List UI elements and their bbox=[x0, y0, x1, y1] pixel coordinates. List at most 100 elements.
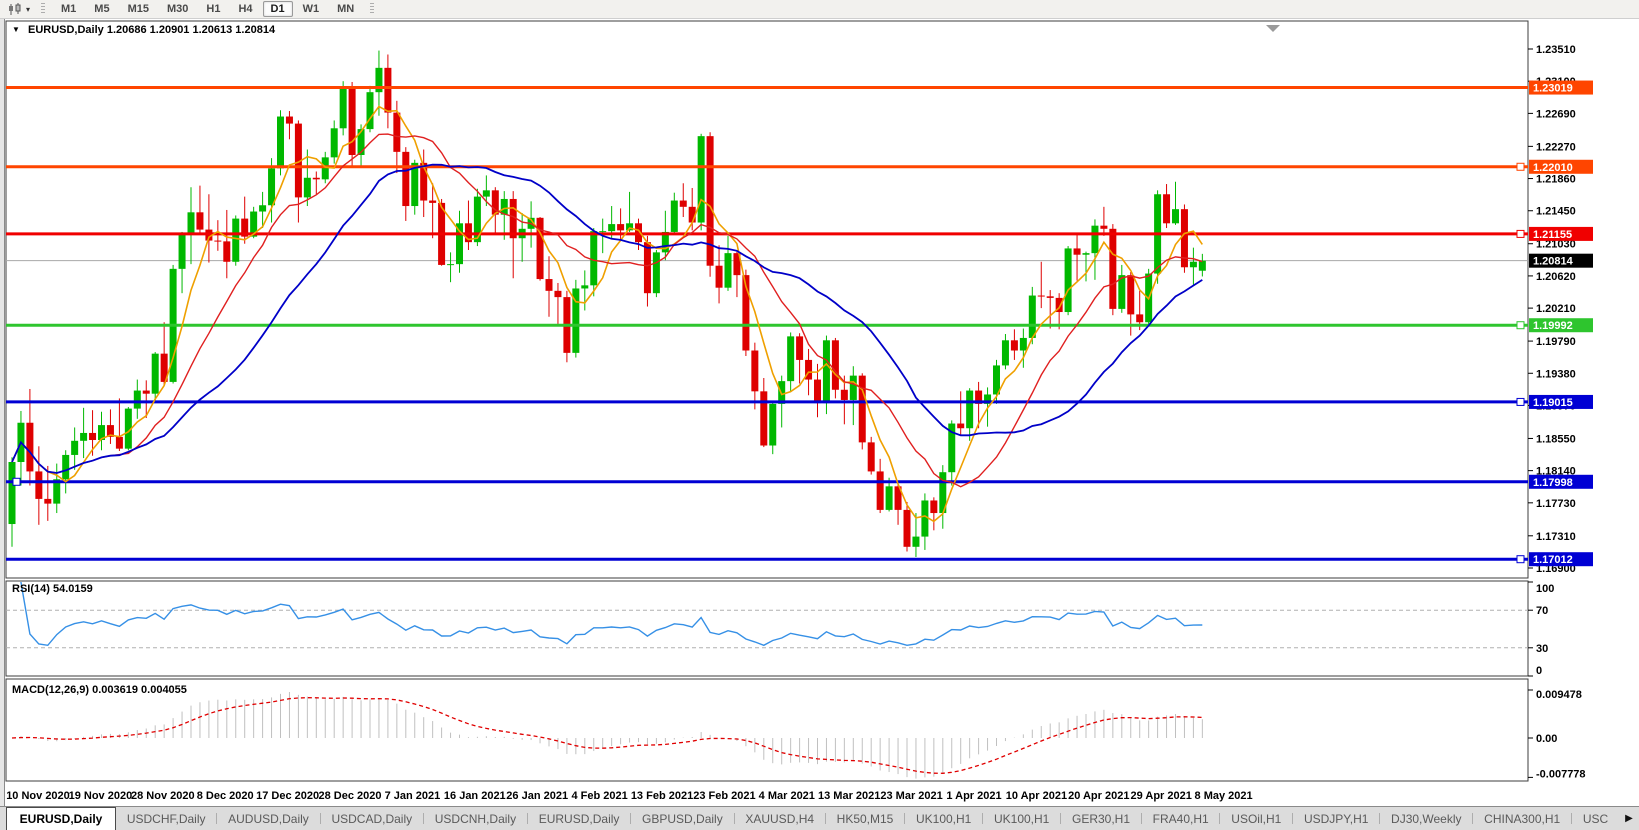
chart-tab-ger30-h1[interactable]: GER30,H1 bbox=[1061, 807, 1141, 830]
timeframe-button-MN[interactable]: MN bbox=[329, 1, 362, 17]
svg-text:0.00: 0.00 bbox=[1536, 733, 1557, 745]
toolbar-separator bbox=[370, 3, 374, 15]
chart-tab-usdchf-daily[interactable]: USDCHF,Daily bbox=[116, 807, 216, 830]
hline-handle[interactable] bbox=[1517, 322, 1524, 329]
hline-price-label: 1.22010 bbox=[1529, 160, 1593, 174]
svg-text:1.20210: 1.20210 bbox=[1536, 303, 1576, 315]
svg-text:4 Mar 2021: 4 Mar 2021 bbox=[759, 790, 815, 802]
chart-area[interactable]: 1.235101.231001.226901.222701.218601.214… bbox=[0, 0, 1639, 806]
chart-tab-gbpusd-daily[interactable]: GBPUSD,Daily bbox=[631, 807, 733, 830]
svg-text:19 Nov 2020: 19 Nov 2020 bbox=[69, 790, 133, 802]
chart-tab-eurusd-daily[interactable]: EURUSD,Daily bbox=[6, 807, 116, 830]
timeframe-button-W1[interactable]: W1 bbox=[295, 1, 328, 17]
svg-text:17 Dec 2020: 17 Dec 2020 bbox=[256, 790, 319, 802]
chart-tab-fra40-h1[interactable]: FRA40,H1 bbox=[1142, 807, 1220, 830]
collapse-chart-icon[interactable]: ▼ bbox=[12, 25, 20, 34]
timeframe-button-D1[interactable]: D1 bbox=[263, 1, 293, 17]
hline-handle[interactable] bbox=[13, 478, 20, 485]
svg-text:1 Apr 2021: 1 Apr 2021 bbox=[946, 790, 1001, 802]
current-price-label: 1.20814 bbox=[1529, 254, 1593, 268]
chart-tab-usc[interactable]: USC bbox=[1572, 807, 1619, 830]
svg-text:4 Feb 2021: 4 Feb 2021 bbox=[571, 790, 627, 802]
rsi-panel[interactable] bbox=[6, 581, 1528, 676]
toolbar: ▾ M1M5M15M30H1H4D1W1MN bbox=[0, 0, 1639, 19]
hline-handle[interactable] bbox=[1517, 163, 1524, 170]
svg-text:13 Feb 2021: 13 Feb 2021 bbox=[631, 790, 693, 802]
svg-text:26 Jan 2021: 26 Jan 2021 bbox=[506, 790, 568, 802]
svg-text:23 Feb 2021: 23 Feb 2021 bbox=[693, 790, 755, 802]
chart-tab-dj30-weekly[interactable]: DJ30,Weekly bbox=[1380, 807, 1472, 830]
svg-text:1.22690: 1.22690 bbox=[1536, 108, 1576, 120]
chart-tab-china300-h1[interactable]: CHINA300,H1 bbox=[1473, 807, 1571, 830]
rsi-value: 54.0159 bbox=[53, 583, 93, 595]
chart-tab-usdjpy-h1[interactable]: USDJPY,H1 bbox=[1293, 807, 1379, 830]
svg-text:1.17730: 1.17730 bbox=[1536, 498, 1576, 510]
svg-text:1.19015: 1.19015 bbox=[1533, 397, 1573, 409]
timeframe-button-H1[interactable]: H1 bbox=[198, 1, 228, 17]
chart-tab-usoil-h1[interactable]: USOil,H1 bbox=[1220, 807, 1292, 830]
timeframe-button-M15[interactable]: M15 bbox=[120, 1, 157, 17]
chart-tab-uk100-h1[interactable]: UK100,H1 bbox=[983, 807, 1060, 830]
timeframe-button-H4[interactable]: H4 bbox=[230, 1, 260, 17]
chart-tab-eurusd-daily[interactable]: EURUSD,Daily bbox=[528, 807, 630, 830]
tab-scroll-right-icon[interactable]: ▶ bbox=[1619, 807, 1639, 830]
svg-text:1.19992: 1.19992 bbox=[1533, 320, 1573, 332]
svg-text:28 Nov 2020: 28 Nov 2020 bbox=[131, 790, 195, 802]
hline-handle[interactable] bbox=[1517, 230, 1524, 237]
rsi-name: RSI(14) bbox=[12, 583, 50, 595]
svg-text:1.22010: 1.22010 bbox=[1533, 162, 1573, 174]
svg-text:16 Jan 2021: 16 Jan 2021 bbox=[444, 790, 506, 802]
chart-tabbar: EURUSD,DailyUSDCHF,DailyAUDUSD,DailyUSDC… bbox=[0, 806, 1639, 830]
chart-type-button[interactable]: ▾ bbox=[3, 2, 34, 17]
toolbar-separator bbox=[41, 3, 45, 15]
hline-price-label: 1.17012 bbox=[1529, 552, 1593, 566]
chevron-down-icon: ▾ bbox=[26, 5, 30, 14]
timeframe-button-M30[interactable]: M30 bbox=[159, 1, 196, 17]
chart-tab-usdcad-daily[interactable]: USDCAD,Daily bbox=[321, 807, 423, 830]
timeframe-button-group: M1M5M15M30H1H4D1W1MN bbox=[52, 1, 363, 17]
svg-text:7 Jan 2021: 7 Jan 2021 bbox=[385, 790, 441, 802]
svg-text:70: 70 bbox=[1536, 605, 1548, 617]
svg-text:1.17310: 1.17310 bbox=[1536, 531, 1576, 543]
svg-text:8 Dec 2020: 8 Dec 2020 bbox=[197, 790, 254, 802]
hline-price-label: 1.17998 bbox=[1529, 475, 1593, 489]
candlestick-chart-icon bbox=[7, 3, 23, 16]
chart-tab-uk100-h1[interactable]: UK100,H1 bbox=[905, 807, 982, 830]
svg-text:8 May 2021: 8 May 2021 bbox=[1195, 790, 1253, 802]
svg-text:1.22270: 1.22270 bbox=[1536, 141, 1576, 153]
main-price-panel[interactable] bbox=[6, 21, 1528, 578]
svg-text:29 Apr 2021: 29 Apr 2021 bbox=[1131, 790, 1192, 802]
svg-text:1.19790: 1.19790 bbox=[1536, 336, 1576, 348]
svg-text:1.18550: 1.18550 bbox=[1536, 433, 1576, 445]
svg-text:23 Mar 2021: 23 Mar 2021 bbox=[880, 790, 942, 802]
hline-price-label: 1.23019 bbox=[1529, 81, 1593, 95]
svg-text:1.20814: 1.20814 bbox=[1533, 256, 1574, 268]
chart-ohlc-values: 1.20686 1.20901 1.20613 1.20814 bbox=[107, 24, 275, 36]
chart-tab-audusd-daily[interactable]: AUDUSD,Daily bbox=[217, 807, 319, 830]
macd-values: 0.003619 0.004055 bbox=[92, 684, 187, 696]
svg-text:10 Apr 2021: 10 Apr 2021 bbox=[1006, 790, 1067, 802]
hline-handle[interactable] bbox=[1517, 398, 1524, 405]
macd-panel[interactable] bbox=[6, 679, 1528, 781]
svg-text:1.20620: 1.20620 bbox=[1536, 271, 1576, 283]
chart-tab-xauusd-h4[interactable]: XAUUSD,H4 bbox=[735, 807, 825, 830]
svg-text:-0.007778: -0.007778 bbox=[1536, 768, 1586, 780]
timeframe-button-M1[interactable]: M1 bbox=[53, 1, 84, 17]
hline-price-label: 1.19992 bbox=[1529, 318, 1593, 332]
svg-text:0: 0 bbox=[1536, 665, 1542, 677]
macd-indicator-label: MACD(12,26,9) 0.003619 0.004055 bbox=[12, 684, 187, 696]
rsi-indicator-label: RSI(14) 54.0159 bbox=[12, 583, 93, 595]
svg-text:1.21860: 1.21860 bbox=[1536, 174, 1576, 186]
hline-handle[interactable] bbox=[1517, 556, 1524, 563]
timeframe-button-M5[interactable]: M5 bbox=[86, 1, 117, 17]
chart-tab-hk50-m15[interactable]: HK50,M15 bbox=[826, 807, 904, 830]
svg-text:10 Nov 2020: 10 Nov 2020 bbox=[6, 790, 70, 802]
chart-tab-usdcnh-daily[interactable]: USDCNH,Daily bbox=[424, 807, 527, 830]
svg-text:13 Mar 2021: 13 Mar 2021 bbox=[818, 790, 880, 802]
chart-symbol-label: EURUSD,Daily bbox=[28, 24, 104, 36]
svg-text:100: 100 bbox=[1536, 583, 1554, 595]
svg-text:1.21155: 1.21155 bbox=[1533, 229, 1572, 241]
svg-text:1.23510: 1.23510 bbox=[1536, 44, 1576, 56]
svg-text:0.009478: 0.009478 bbox=[1536, 689, 1582, 701]
hline-price-label: 1.21155 bbox=[1529, 227, 1593, 241]
